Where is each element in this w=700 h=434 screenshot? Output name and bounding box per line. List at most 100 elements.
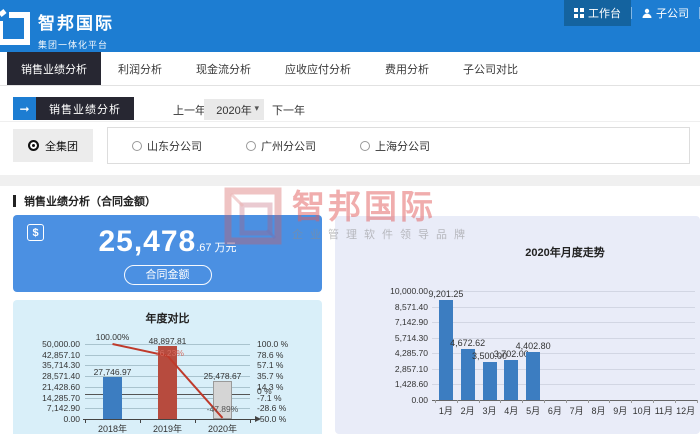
y-axis-label: 4,285.70	[394, 348, 428, 359]
x-axis-category-label: 2020年	[207, 424, 238, 434]
brand-text-block: 智邦国际 集团一体化平台	[38, 9, 114, 51]
y-axis-left-label: 28,571.40	[42, 371, 80, 382]
monthly-bar	[482, 361, 497, 400]
radio-unchecked-icon	[246, 140, 256, 151]
prev-year-button[interactable]: 上一年	[173, 102, 206, 118]
branch-radio-2[interactable]: 上海分公司	[360, 138, 430, 154]
nav-tab-3[interactable]: 应收应付分析	[268, 52, 368, 85]
monthly-trend-chart: 2020年月度走势 0.00 1,428.60 2,857.10 4,285.70 5,7…	[335, 216, 700, 434]
y-axis-right-label: 78.6 %	[257, 349, 284, 360]
annual-chart-title: 年度对比	[145, 313, 190, 325]
bar-value-label: 4,402.80	[515, 341, 551, 351]
next-year-button[interactable]: 下一年	[272, 102, 305, 118]
axis-tick	[565, 400, 567, 403]
group-all-radio[interactable]: 全集团	[13, 129, 93, 162]
branch-radio-1[interactable]: 广州分公司	[246, 138, 316, 154]
y-axis-left-label: 0.00	[63, 414, 80, 424]
y-axis-label: 1,428.60	[394, 379, 428, 390]
bar-value-label: 27,746.97	[93, 367, 132, 378]
caret-down-icon: ▾	[254, 103, 259, 113]
nav-tabs: 销售业绩分析 利润分析 现金流分析 应收应付分析 费用分析 子公司对比	[0, 52, 700, 86]
y-axis-label: 0.00	[411, 395, 428, 405]
subsidiary-label: 子公司	[656, 8, 689, 20]
brand-title: 智邦国际	[38, 14, 114, 33]
y-axis-left-label: 50,000.00	[42, 339, 80, 349]
y-axis-left-label: 35,714.30	[42, 360, 80, 371]
y-axis-right-label: 57.1 %	[257, 360, 284, 371]
main-panel: 销售业绩分析（合同金额） $ 25,478.67 万元 合同金额 年度对比 0.00…	[0, 186, 700, 434]
bar-value-label: 48,897.81	[148, 335, 187, 346]
branch-radio-0[interactable]: 山东分公司	[132, 138, 202, 154]
branch-radio-label: 广州分公司	[261, 140, 316, 153]
monthly-chart-title: 2020年月度走势	[525, 247, 605, 259]
bar-value-label: 9,201.25	[428, 288, 464, 299]
growth-point-label: -47.89%	[206, 404, 239, 414]
radio-unchecked-icon	[360, 140, 370, 151]
y-axis-right-label: 100.0 %	[257, 339, 289, 349]
zero-percent-label: 0 %	[257, 386, 272, 396]
y-axis-right-label: -28.6 %	[257, 403, 287, 414]
workbench-button[interactable]: 工作台	[564, 0, 631, 26]
axis-tick	[250, 419, 251, 423]
year-select[interactable]: 2020年 ▾	[204, 99, 264, 120]
axis-tick	[674, 400, 676, 403]
section-label-text: 销售业绩分析	[36, 97, 134, 120]
nav-tab-2[interactable]: 现金流分析	[179, 52, 268, 85]
x-axis-month-label: 12月	[676, 406, 696, 416]
axis-arrow-icon	[255, 416, 261, 422]
axis-tick	[609, 400, 611, 403]
monthly-bar	[504, 359, 519, 400]
x-axis-line	[83, 419, 255, 420]
person-icon	[642, 8, 652, 18]
workbench-icon	[574, 8, 584, 18]
y-axis-left-label: 42,857.10	[42, 349, 80, 360]
contract-amount-value: 25,478.67 万元	[13, 225, 322, 259]
contract-amount-button[interactable]: 合同金额	[123, 265, 212, 285]
axis-tick	[587, 400, 589, 403]
subsidiary-button[interactable]: 子公司	[632, 0, 699, 26]
year-select-value: 2020年	[216, 104, 252, 117]
y-axis-label: 2,857.10	[394, 363, 428, 374]
nav-tab-0[interactable]: 销售业绩分析	[7, 52, 101, 85]
axis-tick	[653, 400, 654, 403]
axis-tick	[456, 400, 458, 403]
header-actions: 工作台 子公司	[564, 0, 700, 26]
axis-tick	[85, 419, 86, 423]
filter-divider	[0, 121, 700, 122]
y-axis-left-label: 7,142.90	[46, 403, 80, 414]
brand-logo-icon	[0, 9, 30, 45]
axis-tick	[435, 400, 436, 403]
monthly-bar	[438, 299, 453, 400]
amount-decimal: .67	[196, 242, 212, 254]
dashboard-screen: 智邦国际 集团一体化平台 工作台 子公司 销售业绩分析 利润分析 现金流分析 应收应付…	[0, 0, 700, 434]
growth-point-label: 76.23%	[155, 348, 184, 358]
y-axis-left-label: 21,428.60	[42, 381, 80, 392]
title-bar-mark	[13, 195, 16, 207]
y-axis-label: 7,142.90	[394, 317, 428, 328]
app-header: 智邦国际 集团一体化平台 工作台 子公司	[0, 0, 700, 52]
brand-subtitle: 集团一体化平台	[38, 40, 109, 50]
grid-line	[432, 322, 695, 324]
arrow-right-icon: ➞	[13, 97, 36, 120]
amount-unit: 万元	[214, 242, 237, 254]
nav-tab-1[interactable]: 利润分析	[101, 52, 179, 85]
nav-tab-4[interactable]: 费用分析	[368, 52, 446, 85]
axis-tick	[195, 419, 196, 423]
y-axis-right-label: -50.0 %	[257, 414, 287, 424]
bar-value-label: 25,478.67	[203, 370, 242, 381]
axis-tick	[500, 400, 502, 403]
nav-tab-5[interactable]: 子公司对比	[446, 52, 535, 85]
workbench-label: 工作台	[588, 8, 621, 20]
annual-comparison-chart: 年度对比 0.00 -50.0 % 7,142.90 -28.6 % 14,285.70 -…	[13, 300, 322, 434]
monthly-bar	[526, 352, 541, 400]
y-axis-left-label: 14,285.70	[42, 392, 80, 403]
x-axis-category-label: 2019年	[152, 424, 183, 434]
axis-tick	[140, 419, 141, 423]
axis-tick	[696, 400, 698, 403]
contract-amount-card: $ 25,478.67 万元 合同金额	[13, 215, 322, 292]
branch-radio-label: 山东分公司	[147, 140, 202, 153]
filter-panel: ➞ 销售业绩分析 上一年 2020年 ▾ 下一年 全集团 山东分公司 广州分公司 上…	[0, 86, 700, 175]
growth-point-label: 100.00%	[95, 332, 130, 342]
axis-tick	[544, 400, 545, 403]
section-label: ➞ 销售业绩分析	[13, 97, 134, 120]
